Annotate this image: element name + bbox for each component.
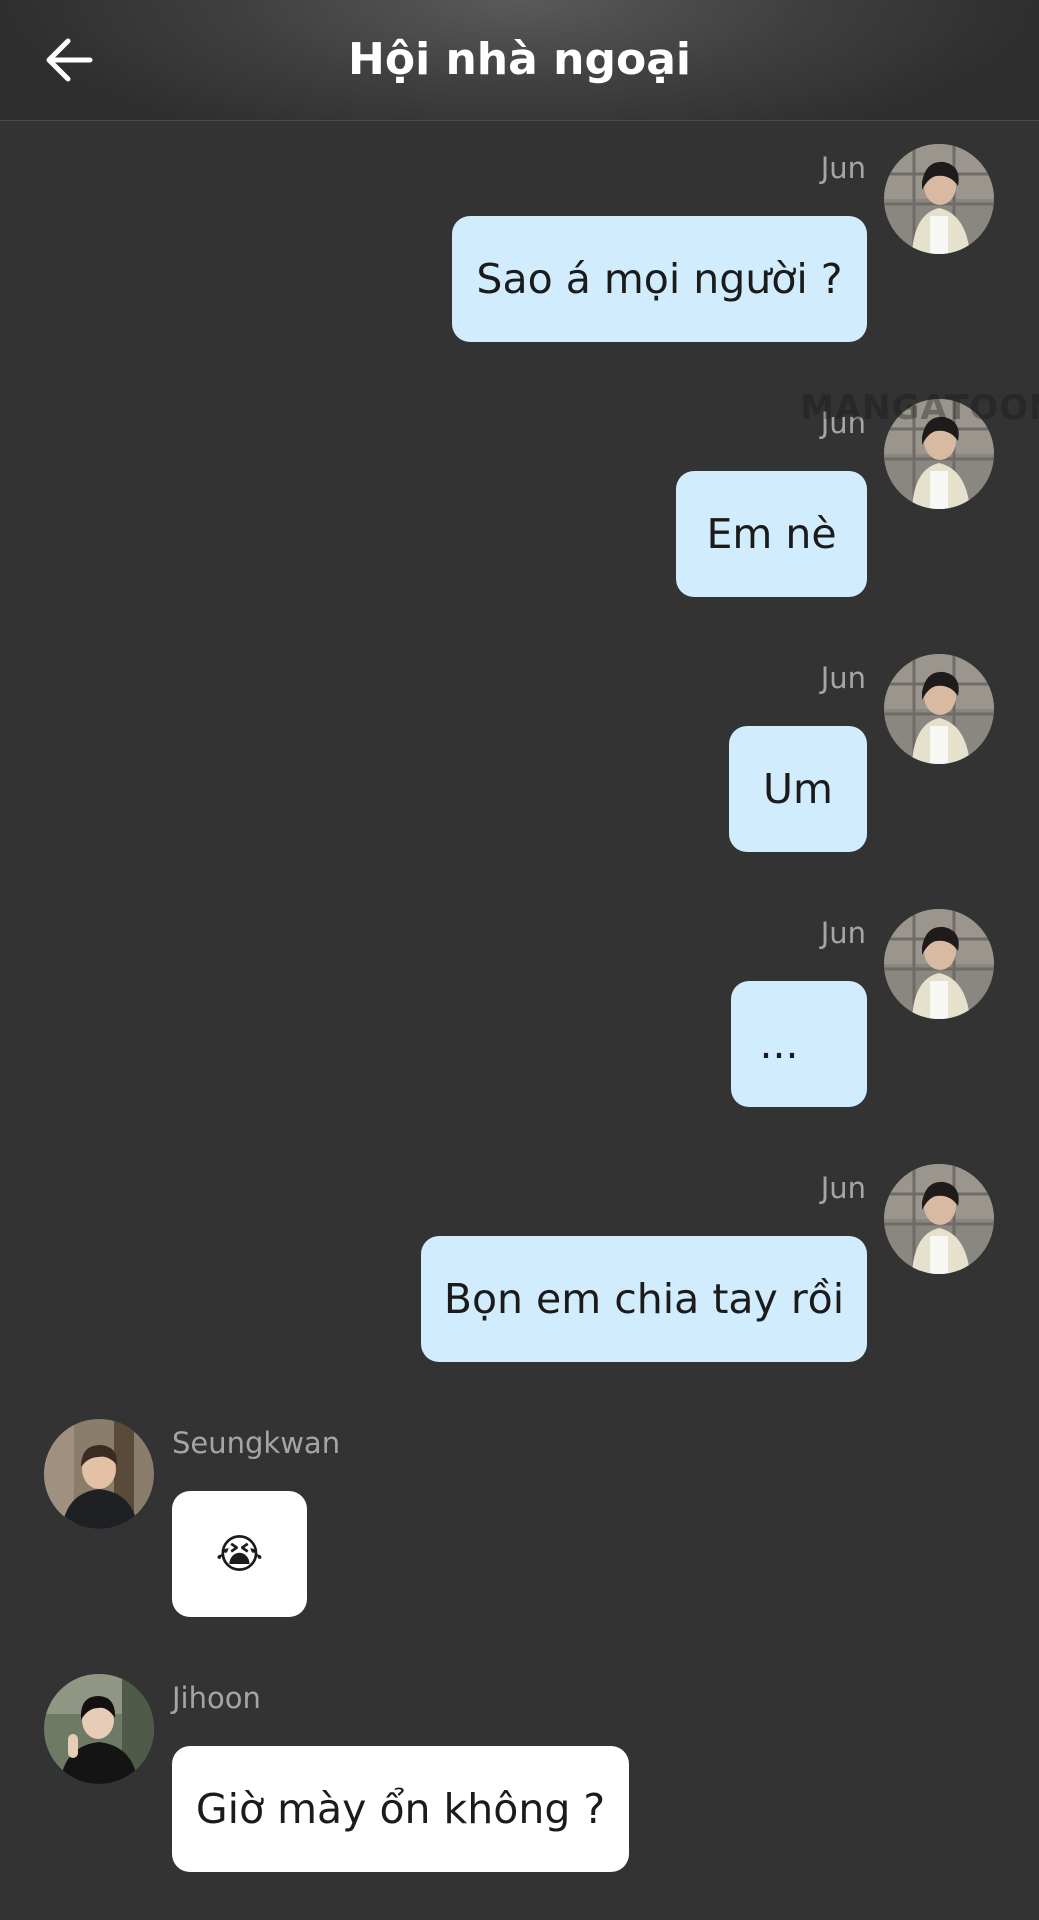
message-bubble[interactable]: Sao á mọi người ? xyxy=(452,216,867,342)
message-bubble[interactable]: Giờ mày ổn không ? xyxy=(172,1746,629,1872)
sender-name: Seungkwan xyxy=(172,1426,341,1460)
sender-name: Jun xyxy=(820,661,866,695)
sender-name: Jun xyxy=(820,151,866,185)
jun-avatar[interactable] xyxy=(884,1164,994,1274)
chat-header: Hội nhà ngoại xyxy=(0,0,1039,121)
jun-avatar[interactable] xyxy=(884,654,994,764)
chat-title: Hội nhà ngoại xyxy=(348,34,691,85)
message-bubble[interactable]: Bọn em chia tay rồi xyxy=(421,1236,867,1362)
sender-name: Jun xyxy=(820,1171,866,1205)
message-bubble[interactable]: Um xyxy=(729,726,867,852)
jun-avatar[interactable] xyxy=(884,909,994,1019)
jun-avatar[interactable] xyxy=(884,144,994,254)
sender-name: Jun xyxy=(820,916,866,950)
message-bubble[interactable]: 😭 xyxy=(172,1491,307,1617)
sender-name: Jihoon xyxy=(172,1681,261,1715)
message-bubble[interactable]: ... xyxy=(731,981,867,1107)
watermark: MANGATOON xyxy=(800,388,1039,428)
seungkwan-avatar[interactable] xyxy=(44,1419,154,1529)
message-bubble[interactable]: Em nè xyxy=(676,471,867,597)
jihoon-avatar[interactable] xyxy=(44,1674,154,1784)
